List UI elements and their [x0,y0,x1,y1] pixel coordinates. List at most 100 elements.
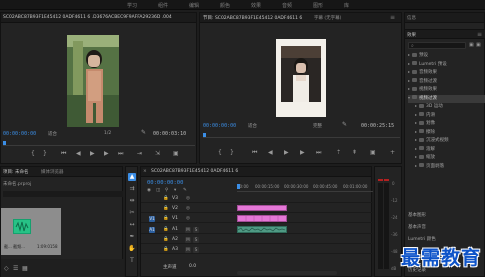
solo-button[interactable]: S [193,237,199,243]
workspace-tab[interactable]: 编辑 [189,2,199,9]
lock-icon[interactable]: ◇ [4,265,9,272]
lock-icon[interactable]: 🔒 [163,227,169,232]
source-fit-select[interactable]: 适合 [48,131,57,137]
effects-tree-item[interactable]: ▸ 溶解 [415,146,485,154]
effects-tree-item[interactable]: ▸ Lumetri 预设 [408,61,485,69]
track-label[interactable]: A3 [172,247,178,252]
eye-icon[interactable]: ◎ [186,206,190,211]
video-clip[interactable] [237,215,287,222]
insert-icon[interactable]: ⇥ [137,150,142,157]
effects-tree-item[interactable]: ▸ 视频效果 [408,86,485,94]
timeline-zoom-scrollbar[interactable] [237,271,337,275]
timeline-playhead[interactable] [237,184,240,189]
clip-thumbnail[interactable]: 截... 截频... 1:09:0158 [1,208,61,255]
step-back-icon[interactable]: ⏮ [252,149,257,157]
essential-sound-label[interactable]: 基本声音 [408,224,426,232]
track-label[interactable]: A2 [172,237,178,242]
source-timecode[interactable]: 00:00:00:00 [3,131,36,137]
workspace-tab[interactable]: 音频 [282,2,292,9]
selection-tool-icon[interactable]: ▲ [128,173,136,181]
step-forward-icon[interactable]: ⏭ [316,149,321,157]
overwrite-icon[interactable]: ⇲ [155,150,160,157]
timeline-ruler[interactable]: 00:00 00:00:15:00 00:00:30:00 00:00:45:0… [237,184,373,194]
mark-in-icon[interactable]: { [31,150,35,157]
frame-forward-icon[interactable]: ▶ [104,150,109,157]
workspace-tab[interactable]: 库 [344,2,349,9]
frame-forward-icon[interactable]: ▶ [300,149,305,156]
effects-tree-item[interactable]: ▸ 沉浸式视频 [415,137,485,145]
lock-icon[interactable]: 🔒 [163,196,169,201]
workspace-tab[interactable]: 学习 [127,2,137,9]
camera-icon[interactable]: ▣ [370,149,376,156]
pen-tool-icon[interactable]: ✒ [128,233,136,241]
track-label[interactable]: V3 [172,196,178,201]
icon-view-icon[interactable]: ▦ [22,265,28,272]
source-patch-v1[interactable]: V1 [149,216,155,222]
add-marker-icon[interactable]: ▾ [174,188,176,193]
program-timecode[interactable]: 00:00:00:00 [203,123,236,129]
play-icon[interactable]: ▶ [90,150,95,157]
track-label[interactable]: V1 [172,216,178,221]
frame-back-icon[interactable]: ◀ [76,150,81,157]
play-icon[interactable]: ▶ [284,149,289,156]
captions-tab[interactable]: 字幕 (无字幕) [314,15,341,21]
timeline-timecode[interactable]: 00:00:00:00 [147,180,183,186]
eye-icon[interactable]: ◎ [186,196,190,201]
effects-tree-item[interactable]: ▸ 擦除 [415,129,485,137]
mark-out-icon[interactable]: } [230,149,234,156]
program-video-frame[interactable] [276,39,326,117]
info-tab[interactable]: 信息 [407,15,416,21]
solo-button[interactable]: S [193,227,199,233]
mute-button[interactable]: M [185,237,191,243]
master-volume-value[interactable]: 0.0 [189,264,196,269]
effects-tree-item[interactable]: ▸ 内滑 [415,112,485,120]
sequence-tab[interactable]: SC02ABC87B93F1E45412 0ADF4611 6 [151,169,238,174]
lock-icon[interactable]: 🔒 [163,247,169,252]
lift-icon[interactable]: ⇡ [336,149,341,156]
add-button-icon[interactable]: + [390,149,395,156]
close-icon[interactable]: × [143,169,147,174]
eye-icon[interactable]: ◎ [186,216,190,221]
source-video-frame[interactable] [67,35,119,127]
linked-selection-icon[interactable]: ⚲ [165,188,168,193]
mark-in-icon[interactable]: { [218,149,222,156]
panel-menu-icon[interactable]: ≡ [390,14,395,21]
mute-button[interactable]: M [185,227,191,233]
source-playhead[interactable] [3,141,6,145]
effects-tree-item[interactable]: ▸ 3D 运动 [415,103,485,111]
type-tool-icon[interactable]: T [128,257,136,265]
program-fit-select[interactable]: 适合 [248,123,257,129]
effects-tree-item[interactable]: ▸ 缩放 [415,154,485,162]
yuv-effects-icon[interactable]: ▣ [476,42,481,48]
snap-icon[interactable]: ◉ [147,188,151,193]
media-browser-tab[interactable]: 媒体浏览器 [41,169,64,175]
source-resolution-select[interactable]: 1/2 [104,131,111,136]
extract-icon[interactable]: ⇞ [352,149,357,156]
ripple-edit-tool-icon[interactable]: ⇹ [128,197,136,205]
effects-tree-item[interactable]: ▸ 划像 [415,120,485,128]
track-label[interactable]: A1 [172,227,178,232]
slip-tool-icon[interactable]: ↔ [128,221,136,229]
solo-button[interactable]: S [193,247,199,253]
panel-menu-icon[interactable]: ≡ [477,31,482,38]
nest-icon[interactable]: ◫ [156,188,160,193]
track-label[interactable]: V2 [172,206,178,211]
mute-button[interactable]: M [185,247,191,253]
lock-icon[interactable]: 🔒 [163,206,169,211]
program-tab[interactable]: 节目: SC02ABC87B93F1E45412 0ADF4611 6 [203,15,302,21]
list-view-icon[interactable]: ☰ [13,265,18,272]
effects-tree-item[interactable]: ▸ 音频效果 [408,69,485,77]
program-playhead[interactable] [203,133,206,137]
source-patch-a1[interactable]: A1 [149,227,155,233]
project-search-bar[interactable] [3,191,123,197]
effects-search-input[interactable]: ⌕ [408,42,466,49]
accelerated-effects-icon[interactable]: ▣ [469,42,474,48]
workspace-tab[interactable]: 图形 [313,2,323,9]
workspace-tab[interactable]: 效果 [251,2,261,9]
frame-back-icon[interactable]: ◀ [268,149,273,156]
lock-icon[interactable]: 🔒 [163,237,169,242]
step-back-icon[interactable]: ⏮ [61,150,66,158]
workspace-tab[interactable]: 颜色 [220,2,230,9]
program-scrub-bar[interactable] [203,132,400,138]
essential-graphics-label[interactable]: 基本图形 [408,212,426,220]
